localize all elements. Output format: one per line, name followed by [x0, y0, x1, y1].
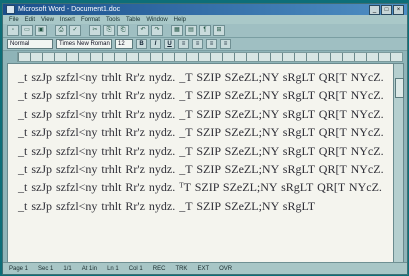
style-select[interactable]: Normal [7, 39, 53, 49]
menu-insert[interactable]: Insert [60, 17, 75, 23]
window-title: Microsoft Word - Document1.doc [18, 6, 121, 13]
undo-icon[interactable]: ↶ [137, 25, 149, 36]
minimize-button[interactable]: _ [369, 4, 380, 15]
cut-icon[interactable]: ✂ [89, 25, 101, 36]
close-button[interactable]: × [393, 4, 404, 15]
document-page[interactable]: _t szJp szfzl<ny trhlt Rr'z nydz. _T SZI… [7, 63, 397, 263]
status-rec: REC [152, 265, 166, 272]
justify-button[interactable]: ≡ [220, 39, 231, 49]
align-left-button[interactable]: ≡ [178, 39, 189, 49]
maximize-button[interactable]: □ [381, 4, 392, 15]
status-position: At 1in [81, 265, 98, 272]
bold-button[interactable]: B [136, 39, 147, 49]
vertical-scrollbar[interactable] [393, 63, 404, 263]
scroll-thumb[interactable] [395, 78, 404, 98]
align-center-button[interactable]: ≡ [192, 39, 203, 49]
redo-icon[interactable]: ↷ [151, 25, 163, 36]
paste-icon[interactable]: ⎗ [117, 25, 129, 36]
document-body-text[interactable]: _t szJp szfzl<ny trhlt Rr'z nydz. _T SZI… [8, 64, 396, 215]
window-controls: _ □ × [369, 4, 404, 15]
align-right-button[interactable]: ≡ [206, 39, 217, 49]
status-column: Col 1 [128, 265, 143, 272]
status-page-count: 1/1 [63, 265, 72, 272]
open-icon[interactable]: ▭ [21, 25, 33, 36]
menu-table[interactable]: Table [126, 17, 140, 23]
show-formatting-icon[interactable]: ¶ [199, 25, 211, 36]
font-select[interactable]: Times New Roman [56, 39, 112, 49]
menu-tools[interactable]: Tools [106, 17, 120, 23]
save-icon[interactable]: ▣ [35, 25, 47, 36]
status-trk: TRK [175, 265, 188, 272]
menu-window[interactable]: Window [146, 17, 167, 23]
status-ext: EXT [197, 265, 210, 272]
menu-view[interactable]: View [41, 17, 54, 23]
status-bar: Page 1 Sec 1 1/1 At 1in Ln 1 Col 1 REC T… [3, 262, 407, 274]
new-icon[interactable]: ▫ [7, 25, 19, 36]
title-bar: Microsoft Word - Document1.doc _ □ × [3, 4, 407, 15]
status-ovr: OVR [219, 265, 233, 272]
status-section: Sec 1 [38, 265, 54, 272]
italic-button[interactable]: I [150, 39, 161, 49]
zoom-icon[interactable]: ⊞ [213, 25, 225, 36]
menu-file[interactable]: File [9, 17, 19, 23]
underline-button[interactable]: U [164, 39, 175, 49]
columns-icon[interactable]: ▤ [185, 25, 197, 36]
print-icon[interactable]: ⎙ [55, 25, 67, 36]
font-size-select[interactable]: 12 [115, 39, 133, 49]
copy-icon[interactable]: ⎘ [103, 25, 115, 36]
formatting-toolbar: Normal Times New Roman 12 B I U ≡ ≡ ≡ ≡ [3, 38, 407, 51]
status-line: Ln 1 [107, 265, 119, 272]
menu-bar: File Edit View Insert Format Tools Table… [3, 15, 407, 24]
horizontal-ruler[interactable] [17, 52, 403, 62]
menu-format[interactable]: Format [81, 17, 100, 23]
insert-table-icon[interactable]: ▦ [171, 25, 183, 36]
menu-help[interactable]: Help [174, 17, 186, 23]
status-page: Page 1 [9, 265, 29, 272]
menu-edit[interactable]: Edit [25, 17, 35, 23]
standard-toolbar: ▫ ▭ ▣ ⎙ ✓ ✂ ⎘ ⎗ ↶ ↷ ▦ ▤ ¶ ⊞ [3, 24, 407, 38]
app-window: Microsoft Word - Document1.doc _ □ × Fil… [2, 3, 408, 275]
spellcheck-icon[interactable]: ✓ [69, 25, 81, 36]
app-icon[interactable] [6, 5, 15, 14]
